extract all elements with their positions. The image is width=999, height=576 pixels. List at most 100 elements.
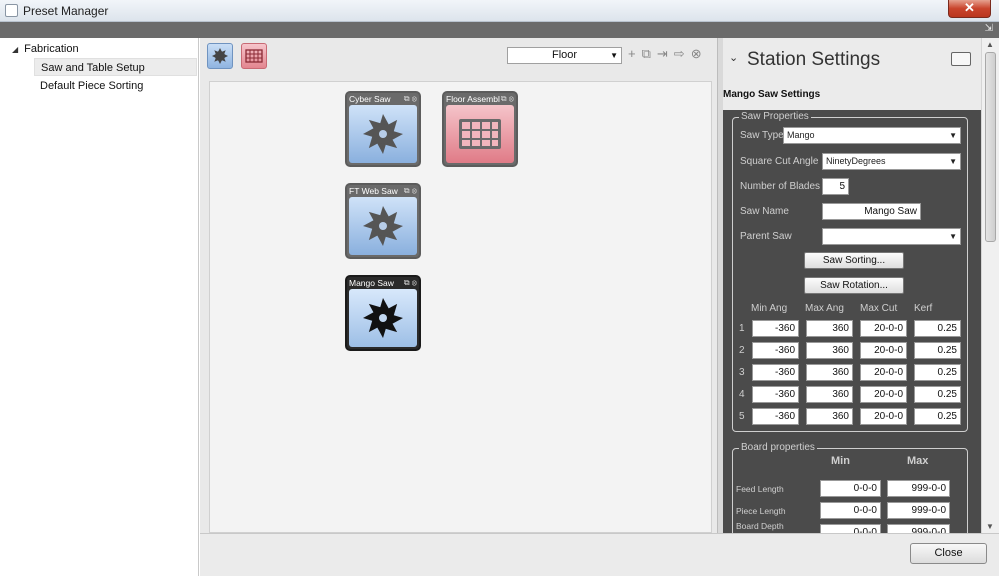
saw-blade-icon xyxy=(363,206,403,246)
chevron-down-icon[interactable]: ⌄ xyxy=(729,51,738,64)
column-header-min: Min xyxy=(831,455,850,467)
board-depth-min-field[interactable]: 0-0-0 xyxy=(820,524,881,533)
saw-blade-icon xyxy=(363,298,403,338)
export-icon[interactable]: ⇨ xyxy=(674,46,685,62)
import-icon[interactable]: ⇥ xyxy=(657,46,668,62)
column-header-min-ang: Min Ang xyxy=(751,303,788,314)
saw-sorting-button[interactable]: Saw Sorting... xyxy=(804,252,904,269)
square-cut-angle-value: NinetyDegrees xyxy=(826,156,886,166)
parent-saw-label: Parent Saw xyxy=(740,231,792,242)
station-tile-cyber-saw[interactable]: Cyber Saw ⧉ ⊗ xyxy=(345,91,421,167)
scroll-down-icon[interactable]: ▼ xyxy=(986,522,994,531)
floor-select-value: Floor xyxy=(551,49,578,61)
saw-name-field[interactable]: Mango Saw xyxy=(822,203,921,220)
window-close-button[interactable]: ✕ xyxy=(948,0,991,18)
window-title: Preset Manager xyxy=(23,4,109,18)
min-angle-field[interactable]: -360 xyxy=(752,364,799,381)
chevron-down-icon: ▼ xyxy=(949,232,957,241)
group-title: Board properties xyxy=(739,442,817,453)
max-angle-field[interactable]: 360 xyxy=(806,364,853,381)
max-cut-field[interactable]: 20-0-0 xyxy=(860,408,907,425)
kerf-field[interactable]: 0.25 xyxy=(914,386,961,403)
station-tile-ft-web-saw[interactable]: FT Web Saw ⧉ ⊗ xyxy=(345,183,421,259)
max-angle-field[interactable]: 360 xyxy=(806,408,853,425)
min-angle-field[interactable]: -360 xyxy=(752,386,799,403)
saw-blade-icon xyxy=(212,48,228,64)
settings-scrollbar[interactable]: ▲ ▼ xyxy=(981,38,999,533)
station-layout-area: Floor ▼ + ⧉ ⇥ ⇨ ⊗ Cyber Saw ⧉ ⊗ Floor As… xyxy=(200,38,717,533)
station-tile-mango-saw[interactable]: Mango Saw ⧉ ⊗ xyxy=(345,275,421,351)
blade-row-index: 5 xyxy=(739,411,745,422)
saw-type-select[interactable]: Mango ▼ xyxy=(783,127,961,144)
column-header-max-cut: Max Cut xyxy=(860,303,898,314)
group-title: Saw Properties xyxy=(739,111,811,122)
min-angle-field[interactable]: -360 xyxy=(752,342,799,359)
saw-properties-group: Saw Properties Saw Type Mango ▼ Square C… xyxy=(732,111,968,432)
kerf-field[interactable]: 0.25 xyxy=(914,364,961,381)
saw-type-value: Mango xyxy=(787,130,815,140)
chevron-down-icon: ▼ xyxy=(610,51,618,60)
saw-rotation-button[interactable]: Saw Rotation... xyxy=(804,277,904,294)
add-saw-button[interactable] xyxy=(207,43,233,69)
max-angle-field[interactable]: 360 xyxy=(806,386,853,403)
top-strip: ⇲ xyxy=(0,22,999,38)
max-angle-field[interactable]: 360 xyxy=(806,320,853,337)
id-card-icon[interactable] xyxy=(951,52,971,66)
settings-subheader: Mango Saw Settings xyxy=(723,80,981,110)
blade-row-index: 2 xyxy=(739,345,745,356)
table-grid-icon xyxy=(245,49,263,63)
station-settings-panel: ⌄ Station Settings Mango Saw Settings Sa… xyxy=(723,38,981,533)
max-angle-field[interactable]: 360 xyxy=(806,342,853,359)
kerf-field[interactable]: 0.25 xyxy=(914,320,961,337)
tree-item-saw-and-table-setup[interactable]: Saw and Table Setup xyxy=(34,58,197,76)
tile-actions[interactable]: ⧉ ⊗ xyxy=(404,94,417,104)
add-table-button[interactable] xyxy=(241,43,267,69)
settings-header: ⌄ Station Settings xyxy=(723,38,981,80)
tile-actions[interactable]: ⧉ ⊗ xyxy=(404,186,417,196)
tree-item-default-piece-sorting[interactable]: Default Piece Sorting xyxy=(34,77,197,95)
min-angle-field[interactable]: -360 xyxy=(752,320,799,337)
collapse-triangle-icon[interactable]: ◢ xyxy=(12,45,18,54)
parent-saw-select[interactable]: ▼ xyxy=(822,228,961,245)
max-cut-field[interactable]: 20-0-0 xyxy=(860,320,907,337)
board-properties-group: Board properties Min Max Feed Length 0-0… xyxy=(732,442,968,533)
feed-length-label: Feed Length xyxy=(736,484,784,494)
square-cut-angle-select[interactable]: NinetyDegrees ▼ xyxy=(822,153,961,170)
app-icon xyxy=(5,4,18,17)
feed-length-min-field[interactable]: 0-0-0 xyxy=(820,480,881,497)
tile-actions[interactable]: ⧉ ⊗ xyxy=(404,278,417,288)
max-cut-field[interactable]: 20-0-0 xyxy=(860,342,907,359)
tree-item-label: Default Piece Sorting xyxy=(40,80,144,92)
column-header-max: Max xyxy=(907,455,929,467)
min-angle-field[interactable]: -360 xyxy=(752,408,799,425)
tree-root-fabrication[interactable]: ◢ Fabrication xyxy=(12,43,79,55)
station-tile-floor-assembly[interactable]: Floor Assembl ⧉ ⊗ xyxy=(442,91,518,167)
station-name: Mango Saw xyxy=(349,278,394,288)
saw-type-label: Saw Type xyxy=(740,130,784,141)
board-depth-max-field[interactable]: 999-0-0 xyxy=(887,524,950,533)
station-canvas[interactable]: Cyber Saw ⧉ ⊗ Floor Assembl ⧉ ⊗ FT Web S… xyxy=(209,81,712,533)
delete-icon[interactable]: ⊗ xyxy=(691,46,702,62)
piece-length-min-field[interactable]: 0-0-0 xyxy=(820,502,881,519)
kerf-field[interactable]: 0.25 xyxy=(914,408,961,425)
plus-icon[interactable]: + xyxy=(628,46,636,62)
close-button[interactable]: Close xyxy=(910,543,987,564)
kerf-field[interactable]: 0.25 xyxy=(914,342,961,359)
max-cut-field[interactable]: 20-0-0 xyxy=(860,386,907,403)
saw-name-label: Saw Name xyxy=(740,206,789,217)
tile-actions[interactable]: ⧉ ⊗ xyxy=(501,94,514,104)
number-of-blades-label: Number of Blades xyxy=(740,181,821,192)
footer-bar: Close xyxy=(200,533,999,576)
piece-length-max-field[interactable]: 999-0-0 xyxy=(887,502,950,519)
copy-icon[interactable]: ⧉ xyxy=(642,46,651,62)
scroll-up-icon[interactable]: ▲ xyxy=(986,40,994,49)
preset-tree: ◢ Fabrication Saw and Table Setup Defaul… xyxy=(0,38,199,576)
max-cut-field[interactable]: 20-0-0 xyxy=(860,364,907,381)
blade-row-index: 4 xyxy=(739,389,745,400)
scrollbar-thumb[interactable] xyxy=(985,52,996,242)
number-of-blades-field[interactable]: 5 xyxy=(822,178,849,195)
feed-length-max-field[interactable]: 999-0-0 xyxy=(887,480,950,497)
station-name: Cyber Saw xyxy=(349,94,391,104)
tree-root-label: Fabrication xyxy=(24,43,79,55)
floor-select[interactable]: Floor ▼ xyxy=(507,47,622,64)
